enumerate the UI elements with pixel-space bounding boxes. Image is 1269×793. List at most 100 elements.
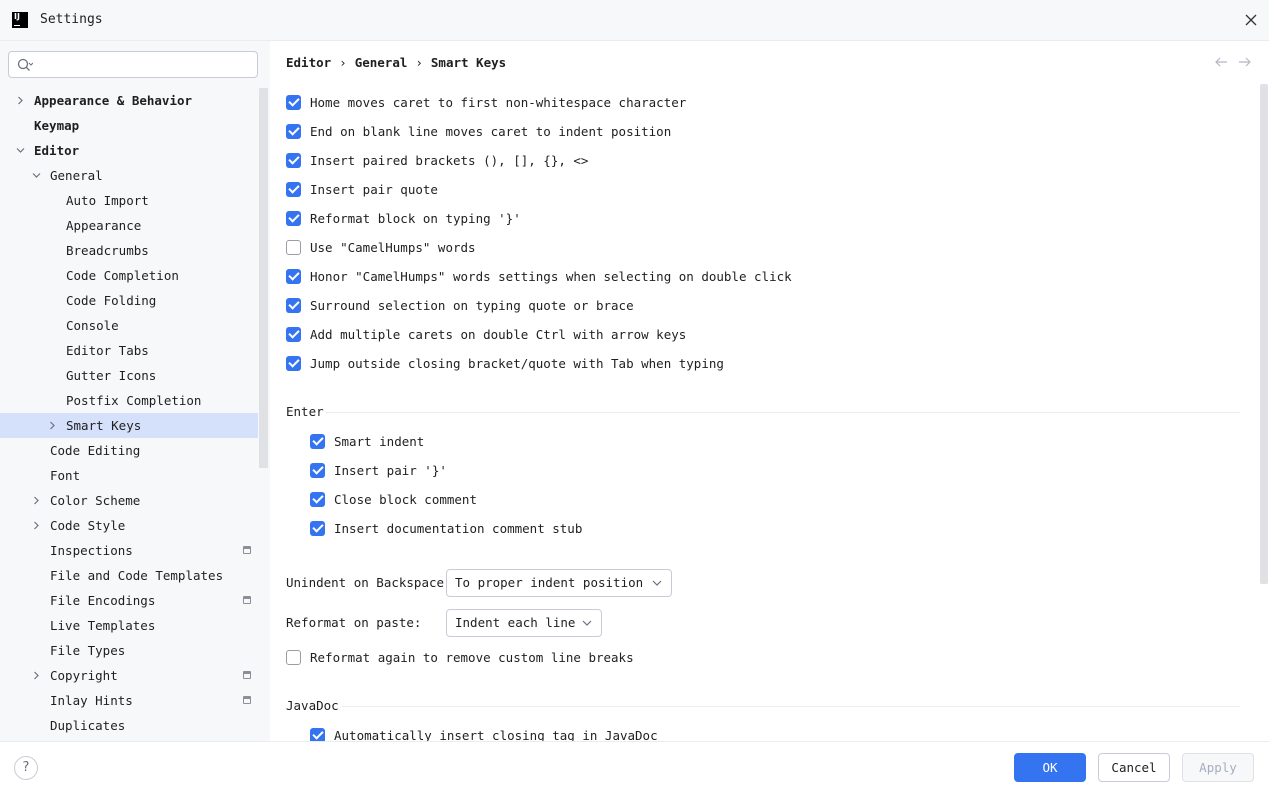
tree-item[interactable]: Breadcrumbs [0, 238, 258, 263]
chevron-down-icon[interactable] [32, 171, 41, 180]
smart-keys-panel: Enter Unindent on Backspace: To proper i… [270, 88, 1255, 741]
tree-item[interactable]: Code Folding [0, 288, 258, 313]
checkbox-unchecked[interactable] [286, 239, 301, 255]
checkbox-checked[interactable] [286, 297, 301, 313]
tree-item[interactable]: Appearance & Behavior [0, 88, 258, 113]
chevron-down-icon[interactable] [16, 146, 25, 155]
tree-item[interactable]: Editor [0, 138, 258, 163]
ok-button[interactable]: OK [1014, 753, 1086, 782]
enter-option-row[interactable]: Smart indent [310, 431, 424, 451]
reformat-paste-value: Indent each line [455, 615, 576, 630]
option-row[interactable]: End on blank line moves caret to indent … [286, 121, 671, 141]
tree-item[interactable]: Code Editing [0, 438, 258, 463]
tree-item[interactable]: Keymap [0, 113, 258, 138]
checkbox-checked[interactable] [286, 123, 301, 139]
checkbox-unchecked[interactable] [286, 649, 301, 665]
tree-item-label: Breadcrumbs [66, 243, 149, 258]
tree-item[interactable]: Duplicates [0, 713, 258, 738]
chevron-down-icon [652, 580, 662, 586]
checkbox-checked[interactable] [310, 462, 325, 478]
checkbox-checked[interactable] [310, 727, 325, 741]
chevron-right-icon[interactable] [48, 421, 57, 430]
chevron-right-icon[interactable] [32, 671, 41, 680]
tree-item-label: Console [66, 318, 119, 333]
chevron-right-icon[interactable] [32, 521, 41, 530]
close-button[interactable] [1241, 10, 1261, 30]
tree-item[interactable]: General [0, 163, 258, 188]
checkbox-checked[interactable] [310, 433, 325, 449]
breadcrumb-item-smart-keys: Smart Keys [430, 55, 507, 70]
enter-option-row[interactable]: Insert documentation comment stub [310, 518, 582, 538]
window-title: Settings [40, 12, 103, 27]
settings-search[interactable] [8, 51, 258, 78]
tree-item[interactable]: File Types [0, 638, 258, 663]
enter-option-row[interactable]: Insert pair '}' [310, 460, 447, 480]
chevron-right-icon[interactable] [16, 96, 25, 105]
option-label: Insert pair quote [310, 181, 438, 197]
sidebar-scrollbar[interactable] [259, 88, 268, 468]
checkbox-checked[interactable] [286, 326, 301, 342]
checkbox-checked[interactable] [286, 210, 301, 226]
tree-item[interactable]: Code Completion [0, 263, 258, 288]
checkbox-checked[interactable] [286, 268, 301, 284]
option-row[interactable]: Home moves caret to first non-whitespace… [286, 92, 686, 112]
option-row[interactable]: Insert paired brackets (), [], {}, <> [286, 150, 588, 170]
checkbox-checked[interactable] [286, 152, 301, 168]
option-row[interactable]: Jump outside closing bracket/quote with … [286, 353, 724, 373]
javadoc-section-title: JavaDoc [286, 698, 339, 713]
breadcrumb-item-general[interactable]: General [355, 55, 408, 70]
tree-item[interactable]: Color Scheme [0, 488, 258, 513]
tree-item[interactable]: Inlay Hints [0, 688, 258, 713]
reformat-paste-dropdown[interactable]: Indent each line [446, 609, 602, 637]
option-row[interactable]: Reformat block on typing '}' [286, 208, 521, 228]
option-label: Home moves caret to first non-whitespace… [310, 94, 687, 110]
tree-item[interactable]: Inspections [0, 538, 258, 563]
tree-item[interactable]: Appearance [0, 213, 258, 238]
tree-item[interactable]: Font [0, 463, 258, 488]
tree-item[interactable]: File and Code Templates [0, 563, 258, 588]
tree-item[interactable]: Code Style [0, 513, 258, 538]
tree-item[interactable]: Live Templates [0, 613, 258, 638]
breadcrumb-item-editor[interactable]: Editor [286, 55, 331, 70]
option-row[interactable]: Add multiple carets on double Ctrl with … [286, 324, 686, 344]
tree-item-label: Keymap [34, 118, 80, 133]
content-scrollbar[interactable] [1260, 84, 1268, 584]
enter-option-row[interactable]: Close block comment [310, 489, 477, 509]
tree-item-label: Appearance [66, 218, 142, 233]
dialog-footer: ? OK Cancel Apply [0, 741, 1269, 793]
tree-item-label: File and Code Templates [50, 568, 224, 583]
tree-item[interactable]: Gutter Icons [0, 363, 258, 388]
option-row[interactable]: Surround selection on typing quote or br… [286, 295, 634, 315]
option-label: Jump outside closing bracket/quote with … [310, 355, 724, 371]
tree-item[interactable]: Editor Tabs [0, 338, 258, 363]
tree-item[interactable]: Console [0, 313, 258, 338]
apply-button[interactable]: Apply [1182, 753, 1254, 782]
tree-item[interactable]: Postfix Completion [0, 388, 258, 413]
javadoc-option-row[interactable]: Automatically insert closing tag in Java… [310, 725, 658, 741]
tree-item[interactable]: Auto Import [0, 188, 258, 213]
reformat-again-row[interactable]: Reformat again to remove custom line bre… [286, 647, 634, 667]
unindent-value: To proper indent position [455, 575, 644, 590]
checkbox-checked[interactable] [286, 355, 301, 371]
forward-arrow-icon[interactable] [1238, 57, 1252, 67]
option-label: Reformat again to remove custom line bre… [310, 649, 634, 665]
checkbox-checked[interactable] [310, 520, 325, 536]
option-row[interactable]: Insert pair quote [286, 179, 438, 199]
tree-item-label: Color Scheme [50, 493, 141, 508]
tree-item[interactable]: File Encodings [0, 588, 258, 613]
checkbox-checked[interactable] [286, 181, 301, 197]
tree-item[interactable]: Smart Keys [0, 413, 258, 438]
option-row[interactable]: Use "CamelHumps" words [286, 237, 476, 257]
tree-item[interactable]: Copyright [0, 663, 258, 688]
chevron-right-icon[interactable] [32, 496, 41, 505]
help-button[interactable]: ? [14, 756, 38, 780]
back-arrow-icon[interactable] [1214, 57, 1228, 67]
checkbox-checked[interactable] [286, 94, 301, 110]
option-row[interactable]: Honor "CamelHumps" words settings when s… [286, 266, 792, 286]
tree-item-label: Appearance & Behavior [34, 93, 193, 108]
search-input[interactable] [37, 55, 251, 76]
section-divider [342, 706, 1240, 707]
cancel-button[interactable]: Cancel [1098, 753, 1170, 782]
unindent-dropdown[interactable]: To proper indent position [446, 569, 672, 597]
checkbox-checked[interactable] [310, 491, 325, 507]
